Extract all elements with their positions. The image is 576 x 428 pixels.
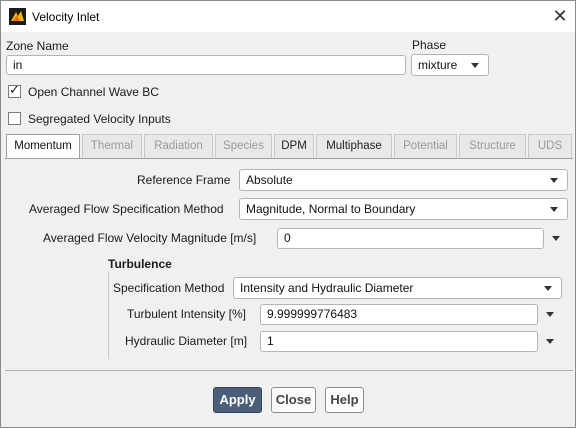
- button-separator: [5, 370, 573, 371]
- tab-uds[interactable]: UDS: [528, 134, 572, 158]
- segregated-velocity-label: Segregated Velocity Inputs: [28, 112, 171, 126]
- specification-method-label: Specification Method: [113, 281, 225, 295]
- hydraulic-diameter-field[interactable]: 1: [260, 331, 538, 352]
- chevron-down-icon[interactable]: [546, 312, 554, 317]
- tab-potential[interactable]: Potential: [394, 134, 457, 158]
- averaged-flow-method-label: Averaged Flow Specification Method: [29, 202, 224, 216]
- tab-multiphase[interactable]: Multiphase: [316, 134, 392, 158]
- tab-thermal[interactable]: Thermal: [82, 134, 142, 158]
- chevron-down-icon: [544, 286, 552, 291]
- apply-button[interactable]: Apply: [213, 387, 262, 413]
- chevron-down-icon[interactable]: [546, 339, 554, 344]
- velocity-inlet-dialog: Velocity Inlet ✕ Zone Name in Phase mixt…: [0, 0, 576, 428]
- chevron-down-icon: [550, 178, 558, 183]
- segregated-velocity-checkbox[interactable]: [8, 112, 21, 125]
- turbulence-group-title: Turbulence: [108, 257, 172, 271]
- tab-dpm[interactable]: DPM: [274, 134, 314, 158]
- help-button[interactable]: Help: [325, 387, 364, 413]
- window-title: Velocity Inlet: [32, 10, 100, 24]
- turbulent-intensity-label: Turbulent Intensity [%]: [127, 307, 246, 321]
- tab-species[interactable]: Species: [215, 134, 272, 158]
- open-channel-checkbox[interactable]: ✓: [8, 82, 21, 98]
- hydraulic-diameter-label: Hydraulic Diameter [m]: [125, 334, 248, 348]
- close-icon[interactable]: ✕: [549, 6, 571, 26]
- phase-dropdown[interactable]: mixture: [411, 54, 489, 76]
- specification-method-value: Intensity and Hydraulic Diameter: [240, 281, 414, 295]
- zone-name-label: Zone Name: [6, 39, 69, 53]
- tab-structure[interactable]: Structure: [459, 134, 526, 158]
- averaged-velocity-field[interactable]: 0: [277, 228, 544, 249]
- specification-method-dropdown[interactable]: Intensity and Hydraulic Diameter: [233, 277, 562, 299]
- phase-label: Phase: [412, 38, 447, 52]
- chevron-down-icon[interactable]: [552, 236, 560, 241]
- zone-name-field[interactable]: in: [6, 55, 406, 75]
- reference-frame-value: Absolute: [246, 173, 293, 187]
- tab-momentum[interactable]: Momentum: [6, 134, 80, 159]
- tab-radiation[interactable]: Radiation: [144, 134, 213, 158]
- averaged-flow-method-value: Magnitude, Normal to Boundary: [246, 202, 416, 216]
- fluent-app-icon: [9, 8, 26, 25]
- tab-divider: [5, 158, 573, 159]
- close-button[interactable]: Close: [271, 387, 316, 413]
- tab-bar: Momentum Thermal Radiation Species DPM M…: [5, 134, 573, 159]
- title-bar: Velocity Inlet ✕: [1, 1, 575, 32]
- chevron-down-icon: [471, 63, 479, 68]
- checkmark-icon: ✓: [9, 82, 20, 97]
- reference-frame-dropdown[interactable]: Absolute: [239, 169, 568, 191]
- phase-value: mixture: [418, 58, 458, 72]
- open-channel-label: Open Channel Wave BC: [28, 85, 159, 99]
- reference-frame-label: Reference Frame: [137, 173, 231, 187]
- chevron-down-icon: [550, 207, 558, 212]
- averaged-velocity-label: Averaged Flow Velocity Magnitude [m/s]: [43, 231, 257, 245]
- averaged-flow-method-dropdown[interactable]: Magnitude, Normal to Boundary: [239, 198, 568, 220]
- turbulent-intensity-field[interactable]: 9.999999776483: [260, 304, 538, 325]
